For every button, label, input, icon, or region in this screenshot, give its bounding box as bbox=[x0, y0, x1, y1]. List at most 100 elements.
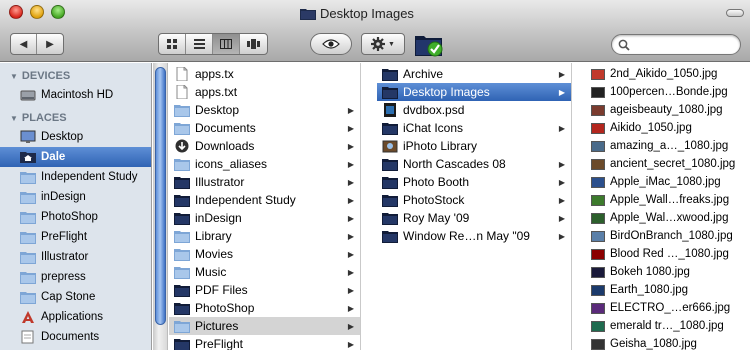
list-item[interactable]: North Cascades 08 ▶ bbox=[377, 155, 571, 173]
list-item[interactable]: Roy May '09 ▶ bbox=[377, 209, 571, 227]
list-item[interactable]: Documents ▶ bbox=[169, 119, 360, 137]
chevron-right-icon: ▶ bbox=[347, 177, 354, 187]
image-thumbnail-icon bbox=[591, 194, 605, 206]
chevron-right-icon: ▶ bbox=[347, 303, 354, 313]
list-item[interactable]: 2nd_Aikido_1050.jpg bbox=[586, 65, 750, 83]
list-item[interactable]: ancient_secret_1080.jpg bbox=[586, 155, 750, 173]
dark-folder-icon bbox=[382, 213, 398, 225]
list-item[interactable]: icons_aliases ▶ bbox=[169, 155, 360, 173]
chevron-right-icon: ▶ bbox=[558, 213, 565, 223]
dark-folder-icon bbox=[382, 159, 398, 171]
column-scrollbar[interactable] bbox=[153, 63, 168, 350]
list-item[interactable]: PhotoStock ▶ bbox=[377, 191, 571, 209]
sidebar-header-devices[interactable]: ▼ DEVICES bbox=[0, 67, 70, 85]
list-item[interactable]: apps.txt bbox=[169, 83, 360, 101]
list-item[interactable]: Downloads ▶ bbox=[169, 137, 360, 155]
minimize-window-button[interactable] bbox=[30, 5, 44, 19]
list-item[interactable]: amazing_a…_1080.jpg bbox=[586, 137, 750, 155]
search-field[interactable] bbox=[611, 34, 741, 55]
list-item[interactable]: Pictures ▶ bbox=[169, 317, 360, 335]
list-item[interactable]: Movies ▶ bbox=[169, 245, 360, 263]
list-item[interactable]: Window Re…n May "09 ▶ bbox=[377, 227, 571, 245]
list-item[interactable]: Photo Booth ▶ bbox=[377, 173, 571, 191]
sidebar-item-indesign[interactable]: inDesign bbox=[0, 187, 151, 207]
list-item[interactable]: Earth_1080.jpg bbox=[586, 281, 750, 299]
sidebar-item-preflight[interactable]: PreFlight bbox=[0, 227, 151, 247]
list-item[interactable]: Music ▶ bbox=[169, 263, 360, 281]
list-view-button[interactable] bbox=[186, 34, 213, 54]
dark-folder-icon bbox=[382, 231, 398, 243]
disclosure-triangle-icon[interactable]: ▼ bbox=[10, 114, 18, 123]
item-label: Apple_Wall…freaks.jpg bbox=[610, 194, 730, 206]
sidebar-item-illustrator[interactable]: Illustrator bbox=[0, 247, 151, 267]
scrollbar-thumb[interactable] bbox=[155, 67, 166, 325]
chevron-right-icon: ▶ bbox=[558, 87, 565, 97]
list-item[interactable]: Apple_Wall…freaks.jpg bbox=[586, 191, 750, 209]
list-item[interactable]: Desktop ▶ bbox=[169, 101, 360, 119]
list-item[interactable]: Desktop Images ▶ bbox=[377, 83, 571, 101]
column-view-button[interactable] bbox=[213, 34, 240, 54]
list-item[interactable]: Blood Red …_1080.jpg bbox=[586, 245, 750, 263]
list-item[interactable]: Independent Study ▶ bbox=[169, 191, 360, 209]
forward-button[interactable]: ▶ bbox=[37, 34, 63, 54]
list-item[interactable]: inDesign ▶ bbox=[169, 209, 360, 227]
disclosure-triangle-icon[interactable]: ▼ bbox=[10, 72, 18, 81]
icon-view-button[interactable] bbox=[159, 34, 186, 54]
list-item[interactable]: Bokeh 1080.jpg bbox=[586, 263, 750, 281]
list-item[interactable]: BirdOnBranch_1080.jpg bbox=[586, 227, 750, 245]
list-item[interactable]: Archive ▶ bbox=[377, 65, 571, 83]
close-window-button[interactable] bbox=[9, 5, 23, 19]
list-item[interactable]: Apple_Wal…xwood.jpg bbox=[586, 209, 750, 227]
list-item[interactable]: iChat Icons ▶ bbox=[377, 119, 571, 137]
chevron-right-icon: ▶ bbox=[558, 231, 565, 241]
item-label: PDF Files bbox=[195, 283, 248, 297]
sidebar-item-label: Documents bbox=[41, 331, 100, 343]
list-item[interactable]: Aikido_1050.jpg bbox=[586, 119, 750, 137]
action-menu-button[interactable]: ▼ bbox=[361, 33, 405, 55]
sidebar-item-desktop[interactable]: Desktop bbox=[0, 127, 151, 147]
sidebar-item-macintosh-hd[interactable]: Macintosh HD bbox=[0, 85, 151, 105]
list-item[interactable]: ageisbeauty_1080.jpg bbox=[586, 101, 750, 119]
dark-folder-icon bbox=[174, 195, 190, 207]
toolbar-toggle-button[interactable] bbox=[726, 9, 744, 17]
list-item[interactable]: PreFlight ▶ bbox=[169, 335, 360, 350]
sidebar-item-cap-stone[interactable]: Cap Stone bbox=[0, 287, 151, 307]
folder-icon bbox=[20, 272, 36, 284]
item-label: Illustrator bbox=[195, 175, 245, 189]
list-item[interactable]: Apple_iMac_1080.jpg bbox=[586, 173, 750, 191]
quick-look-button[interactable] bbox=[310, 33, 352, 55]
dark-folder-icon bbox=[174, 303, 190, 315]
list-item[interactable]: Library ▶ bbox=[169, 227, 360, 245]
dropbox-folder-button[interactable] bbox=[414, 30, 444, 58]
list-item[interactable]: emerald tr…_1080.jpg bbox=[586, 317, 750, 335]
back-button[interactable]: ◀ bbox=[11, 34, 37, 54]
item-label: Library bbox=[195, 229, 232, 243]
folder-icon bbox=[174, 159, 190, 171]
psd-file-icon bbox=[384, 103, 396, 117]
list-item[interactable]: ELECTRO_…er666.jpg bbox=[586, 299, 750, 317]
sidebar-header-places[interactable]: ▼ PLACES bbox=[0, 109, 67, 127]
zoom-window-button[interactable] bbox=[51, 5, 65, 19]
sidebar-item-prepress[interactable]: prepress bbox=[0, 267, 151, 287]
search-input[interactable] bbox=[634, 37, 734, 52]
list-item[interactable]: Illustrator ▶ bbox=[169, 173, 360, 191]
list-item[interactable]: iPhoto Library bbox=[377, 137, 571, 155]
list-item[interactable]: PhotoShop ▶ bbox=[169, 299, 360, 317]
list-item[interactable]: 100percen…Bonde.jpg bbox=[586, 83, 750, 101]
sidebar-item-photoshop[interactable]: PhotoShop bbox=[0, 207, 151, 227]
list-item[interactable]: PDF Files ▶ bbox=[169, 281, 360, 299]
document-icon bbox=[176, 85, 188, 99]
image-thumbnail-icon bbox=[591, 68, 605, 80]
sidebar-item-independent-study[interactable]: Independent Study bbox=[0, 167, 151, 187]
cover-flow-button[interactable] bbox=[240, 34, 267, 54]
chevron-right-icon: ▶ bbox=[558, 69, 565, 79]
search-icon bbox=[618, 39, 630, 51]
cover-flow-icon bbox=[247, 39, 260, 49]
list-item[interactable]: Geisha_1080.jpg bbox=[586, 335, 750, 350]
sidebar-item-dale[interactable]: Dale bbox=[0, 147, 151, 167]
list-item[interactable]: apps.tx bbox=[169, 65, 360, 83]
list-item[interactable]: dvdbox.psd bbox=[377, 101, 571, 119]
view-mode-control bbox=[158, 33, 268, 55]
sidebar-item-documents[interactable]: Documents bbox=[0, 327, 151, 347]
sidebar-item-applications[interactable]: Applications bbox=[0, 307, 151, 327]
